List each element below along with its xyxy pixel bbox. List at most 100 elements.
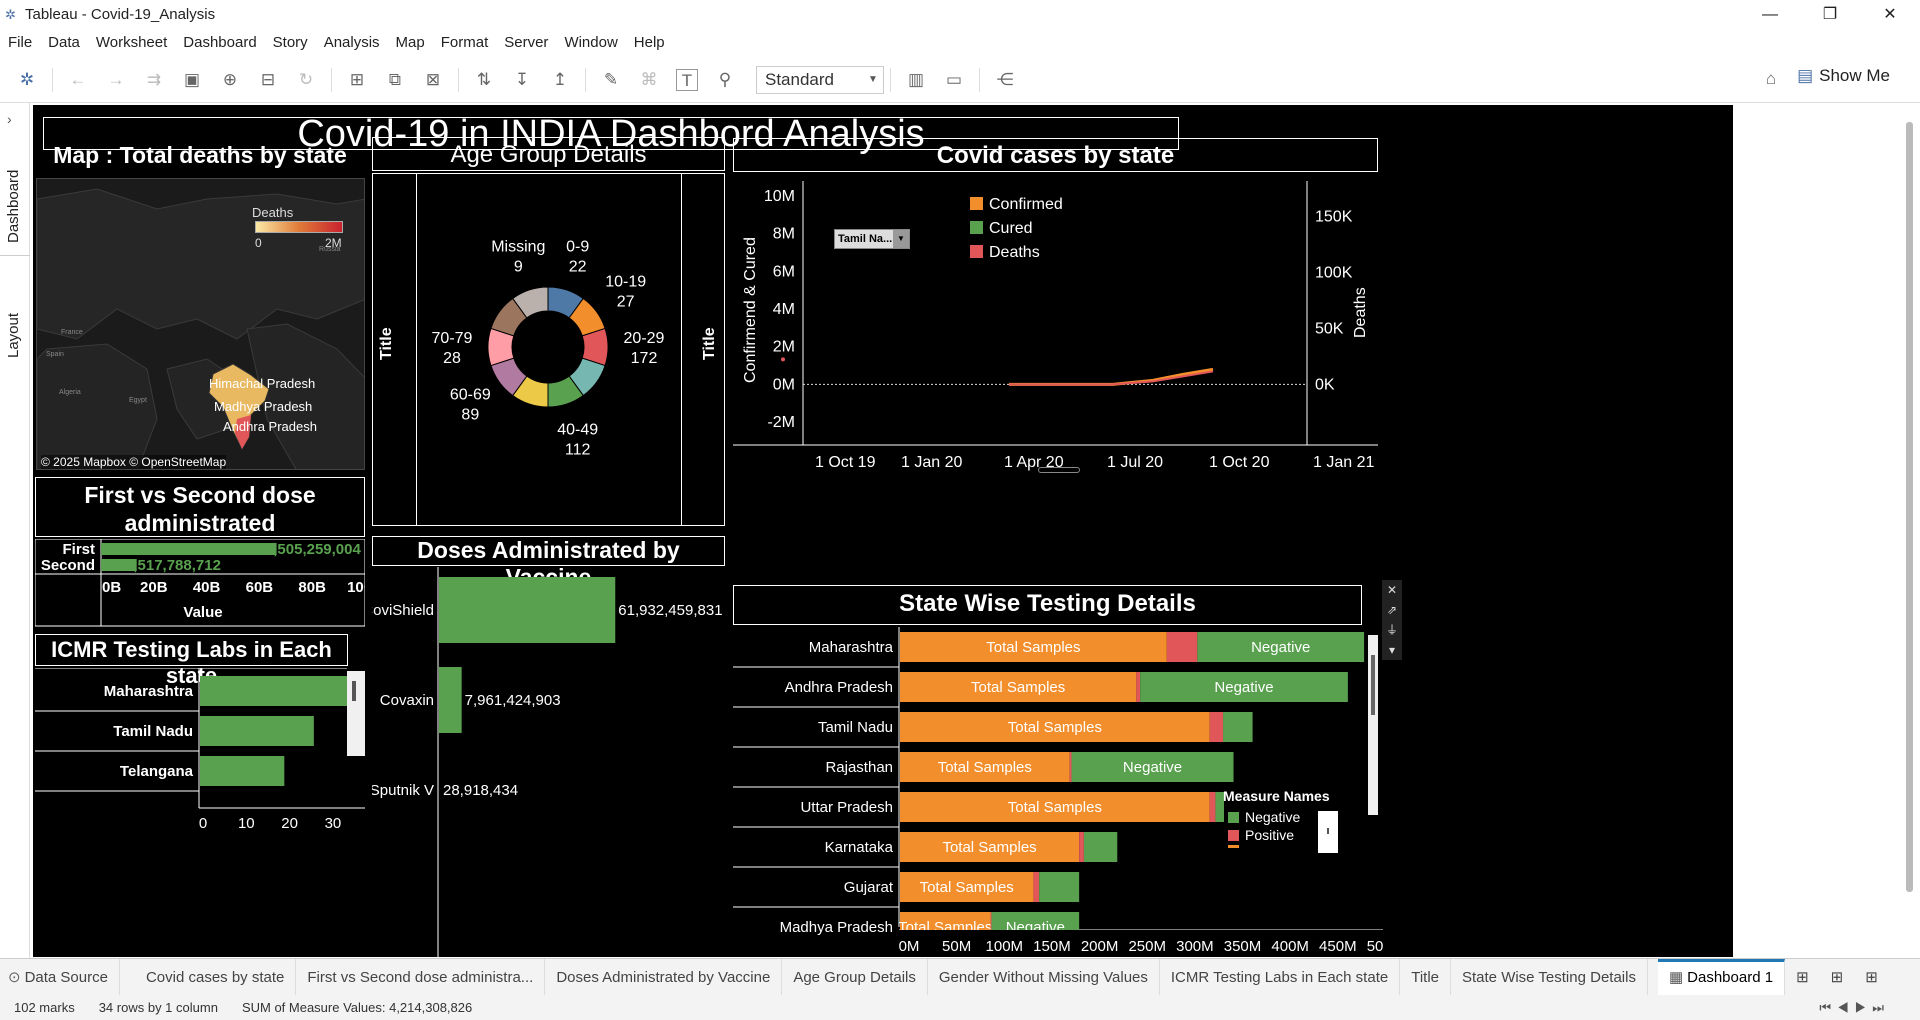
tab-title[interactable]: Title [1400, 958, 1451, 996]
vaccine-bar[interactable] [439, 667, 462, 733]
state-filter-dropdown[interactable]: Tamil Na... ▼ [834, 229, 910, 249]
new-story-tab-icon[interactable]: ⊞ [1854, 959, 1889, 996]
legend-swatch[interactable] [970, 245, 983, 258]
bar-negative[interactable] [1083, 832, 1118, 862]
new-datasource-icon[interactable]: ⊕ [219, 69, 241, 91]
pause-updates-icon[interactable]: ⊟ [257, 69, 279, 91]
fit-select[interactable]: Standard ▼ [756, 65, 884, 94]
vaccine-bar[interactable] [439, 577, 616, 643]
menu-data[interactable]: Data [48, 34, 80, 51]
bar-negative[interactable] [1223, 712, 1253, 742]
save-icon[interactable]: ▣ [181, 69, 203, 91]
tab-testing[interactable]: State Wise Testing Details [1451, 958, 1648, 996]
bar-positive[interactable] [1136, 672, 1141, 702]
menu-story[interactable]: Story [273, 34, 308, 51]
bar-positive[interactable] [1033, 872, 1040, 902]
show-me-button[interactable]: ▤ Show Me [1797, 66, 1890, 86]
testing-scrollbar[interactable] [1368, 635, 1378, 815]
fix-axes-icon[interactable]: ⚲ [714, 69, 736, 91]
doses-bar-chart[interactable]: First 66,505,259,004 Second 13,517,788,712 0… [35, 539, 365, 629]
redo-icon[interactable]: → [105, 69, 127, 91]
menu-help[interactable]: Help [634, 34, 665, 51]
sort-descending-icon[interactable]: ↥ [549, 69, 571, 91]
tab-covid-cases[interactable]: Covid cases by state [120, 958, 297, 996]
tab-data-source[interactable]: ⊙ Data Source [0, 958, 120, 996]
clear-sheet-icon[interactable]: ⊠ [422, 69, 444, 91]
legend-swatch[interactable] [970, 221, 983, 234]
menu-worksheet[interactable]: Worksheet [96, 34, 167, 51]
menu-map[interactable]: Map [396, 34, 425, 51]
highlight-icon[interactable]: ✎ [600, 69, 622, 91]
canvas-scrollbar[interactable] [1906, 122, 1913, 892]
map-legend-min: 0 [255, 236, 262, 250]
bar-negative[interactable] [1039, 872, 1080, 902]
bar-positive[interactable] [1079, 832, 1084, 862]
icmr-bar-chart[interactable]: MaharashtraTamil NaduTelangana010203040 [35, 668, 365, 957]
cases-line-chart[interactable]: 10M 8M 6M 4M 2M 0M -2M 150K 100K 50K 0K 1 Oct 19 1 J… [733, 173, 1378, 473]
tab-dashboard-1[interactable]: ▦ Dashboard 1 [1657, 958, 1786, 996]
menu-dashboard[interactable]: Dashboard [183, 34, 256, 51]
legend-swatch[interactable] [970, 197, 983, 210]
testing-legend-item[interactable]: Negative [1228, 809, 1300, 825]
swap-icon[interactable]: ⇅ [473, 69, 495, 91]
menu-format[interactable]: Format [441, 34, 489, 51]
sort-ascending-icon[interactable]: ↧ [511, 69, 533, 91]
bar-positive[interactable] [1166, 632, 1198, 662]
new-dashboard-tab-icon[interactable]: ⊞ [1820, 959, 1855, 996]
menu-server[interactable]: Server [504, 34, 548, 51]
tableau-home-icon[interactable]: ✲ [16, 69, 38, 91]
new-worksheet-icon[interactable]: ⊞ [346, 69, 368, 91]
map-view[interactable]: Deaths 0 2M Russia France Spain Algeria … [36, 178, 365, 470]
tab-first-second-dose[interactable]: First vs Second dose administra... [296, 958, 546, 996]
undo-icon[interactable]: ← [67, 69, 89, 91]
share-icon[interactable]: ⋲ [994, 69, 1016, 91]
testing-legend-item[interactable]: Positive [1228, 827, 1294, 843]
more-options-icon[interactable]: ▾ [1382, 640, 1402, 660]
expand-panel-icon[interactable]: › [7, 111, 12, 127]
close-button[interactable]: ✕ [1860, 0, 1920, 29]
bar-positive[interactable] [1209, 792, 1216, 822]
bar-positive[interactable] [1209, 712, 1224, 742]
tab-age-group[interactable]: Age Group Details [782, 958, 928, 996]
icmr-scrollbar[interactable] [347, 671, 365, 756]
resize-handle[interactable] [1038, 467, 1080, 473]
legend-scrollbar[interactable] [1318, 811, 1338, 853]
dose-bar[interactable] [101, 543, 277, 555]
menu-window[interactable]: Window [564, 34, 617, 51]
sheet-navigation[interactable]: ⏮◀▶⏭ [1819, 1000, 1890, 1016]
duplicate-icon[interactable]: ⧉ [384, 69, 406, 91]
menu-file[interactable]: File [8, 34, 32, 51]
scroll-thumb[interactable] [1327, 828, 1329, 834]
group-icon[interactable]: ⌘ [638, 69, 660, 91]
tab-dashboard[interactable]: Dashboard [5, 170, 22, 243]
scroll-thumb[interactable] [352, 681, 356, 701]
filter-icon[interactable]: ⏚ [1382, 620, 1402, 640]
show-labels-icon[interactable]: T [676, 68, 698, 91]
remove-icon[interactable]: ✕ [1382, 580, 1402, 600]
icmr-bar[interactable] [200, 716, 314, 746]
tab-icmr-labs[interactable]: ICMR Testing Labs in Each state [1160, 958, 1401, 996]
toolbar-divider [890, 67, 891, 92]
vaccine-bar-chart[interactable]: CoviShield 61,932,459,831 Covaxin 7,961,424… [372, 567, 725, 957]
presentation-icon[interactable]: ▭ [943, 69, 965, 91]
menu-analysis[interactable]: Analysis [324, 34, 380, 51]
restore-button[interactable]: ❐ [1800, 0, 1860, 29]
goto-sheet-icon[interactable]: ⇗ [1382, 600, 1402, 620]
format-painter-icon[interactable]: ⌂ [1760, 68, 1782, 90]
show-cards-icon[interactable]: ▥ [905, 69, 927, 91]
tab-gender[interactable]: Gender Without Missing Values [928, 958, 1160, 996]
dose-row-label: First [62, 541, 95, 558]
outlier-point[interactable] [781, 357, 785, 362]
age-donut-chart[interactable]: 0-9 22 10-19 27 20-29 172 40-49 112 60-69 89 70-79… [372, 173, 725, 526]
minimize-button[interactable]: — [1740, 0, 1800, 29]
bar-positive[interactable] [1069, 752, 1072, 782]
tab-layout[interactable]: Layout [5, 313, 22, 358]
icmr-bar[interactable] [200, 756, 285, 786]
icmr-bar[interactable] [200, 676, 365, 706]
new-worksheet-tab-icon[interactable]: ⊞ [1785, 959, 1820, 996]
replay-icon[interactable]: ⇉ [143, 69, 165, 91]
refresh-icon[interactable]: ↻ [295, 69, 317, 91]
scroll-thumb[interactable] [1371, 655, 1375, 715]
tab-doses-vaccine[interactable]: Doses Administrated by Vaccine [545, 958, 783, 996]
vaccine-bar[interactable] [439, 765, 440, 815]
